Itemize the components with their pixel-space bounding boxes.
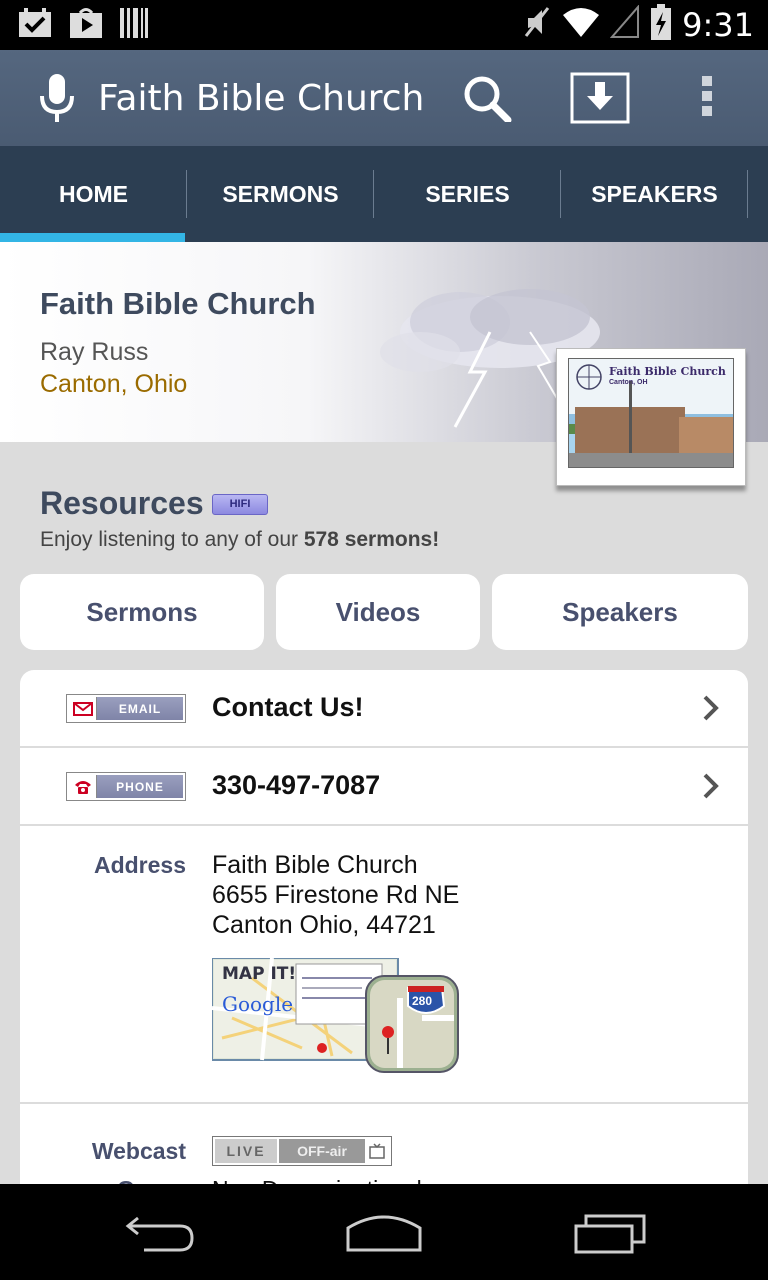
route-shield-number: 280	[412, 994, 433, 1008]
play-store-icon	[70, 8, 102, 43]
tab-bar: HOME SERMONS SERIES SPEAKERS	[0, 146, 768, 242]
home-content[interactable]: Faith Bible Church Ray Russ Canton, Ohio…	[0, 242, 768, 1184]
back-icon[interactable]	[124, 1212, 196, 1257]
map-it-button[interactable]: MAP IT! Google 280	[211, 957, 462, 1076]
wifi-icon	[562, 5, 600, 44]
church-photo-image: Faith Bible Church Canton, OH	[568, 358, 734, 468]
speakers-button[interactable]: Speakers	[492, 574, 748, 650]
clock: 9:31	[682, 5, 754, 44]
address-line-2: 6655 Firestone Rd NE	[212, 881, 460, 909]
email-badge: EMAIL	[66, 694, 186, 723]
sermon-count: 578 sermons!	[303, 528, 440, 551]
church-photo[interactable]: Faith Bible Church Canton, OH	[556, 348, 746, 486]
task-icon	[18, 8, 52, 43]
phone-badge-label: PHONE	[116, 779, 164, 794]
address-row: Address Faith Bible Church 6655 Fireston…	[20, 826, 748, 1104]
address-line-3: Canton Ohio, 44721	[212, 911, 436, 939]
status-bar: 9:31	[0, 0, 768, 50]
phone-number: 330-497-7087	[212, 770, 381, 800]
resources-heading: Resources	[40, 485, 204, 521]
tv-icon	[365, 1139, 389, 1163]
barcode-icon	[120, 8, 148, 43]
group-label: Group	[20, 1176, 186, 1184]
resources-subtitle-text: Enjoy listening to any of our	[40, 528, 304, 551]
battery-icon	[650, 4, 672, 45]
webcast-row: Webcast LIVE OFF-air Group Non-Denominat…	[20, 1104, 748, 1184]
photo-label: Faith Bible Church	[609, 365, 726, 378]
info-card: EMAIL Contact Us! PHONE 330-497-7087 Add…	[20, 670, 748, 1184]
overflow-menu-icon[interactable]	[700, 74, 714, 123]
download-icon[interactable]	[570, 72, 630, 129]
resources-subtitle: Enjoy listening to any of our 578 sermon…	[40, 528, 439, 552]
address-text: Faith Bible Church 6655 Firestone Rd NE …	[212, 850, 459, 940]
action-bar: Faith Bible Church	[0, 50, 768, 146]
speaker-name: Ray Russ	[40, 338, 149, 366]
tab-series[interactable]: SERIES	[374, 146, 561, 242]
group-value: Non-Denominational	[212, 1176, 422, 1184]
map-it-label: MAP IT!	[222, 964, 297, 984]
tab-sermons[interactable]: SERMONS	[187, 146, 374, 242]
app-title: Faith Bible Church	[98, 78, 425, 119]
mic-icon[interactable]	[38, 74, 76, 127]
contact-us-link: Contact Us!	[212, 692, 364, 722]
tab-home[interactable]: HOME	[0, 146, 187, 242]
videos-button[interactable]: Videos	[276, 574, 480, 650]
email-badge-label: EMAIL	[118, 701, 162, 716]
sermons-button[interactable]: Sermons	[20, 574, 264, 650]
phone-badge: PHONE	[66, 772, 186, 801]
live-label: LIVE	[215, 1139, 277, 1163]
search-icon[interactable]	[462, 74, 512, 127]
navigation-bar	[0, 1184, 768, 1280]
hifi-badge: HIFI	[212, 494, 268, 515]
phone-icon	[69, 775, 97, 798]
webcast-status-badge: LIVE OFF-air	[212, 1136, 392, 1166]
chevron-right-icon	[702, 694, 720, 727]
address-label: Address	[93, 852, 186, 878]
chevron-right-icon	[702, 772, 720, 805]
contact-row[interactable]: EMAIL Contact Us!	[20, 670, 748, 748]
photo-sublabel: Canton, OH	[609, 379, 648, 386]
church-location: Canton, Ohio	[40, 370, 188, 398]
tab-speakers[interactable]: SPEAKERS	[561, 146, 748, 242]
google-logo: Google	[222, 992, 294, 1016]
phone-row[interactable]: PHONE 330-497-7087	[20, 748, 748, 826]
mute-icon	[522, 4, 552, 45]
webcast-label: Webcast	[91, 1138, 186, 1164]
home-icon[interactable]	[346, 1212, 422, 1257]
church-name: Faith Bible Church	[40, 286, 316, 321]
recents-icon[interactable]	[574, 1212, 646, 1259]
off-air-label: OFF-air	[279, 1139, 365, 1163]
signal-icon	[609, 4, 640, 44]
envelope-icon	[69, 697, 97, 720]
address-line-1: Faith Bible Church	[212, 851, 418, 879]
